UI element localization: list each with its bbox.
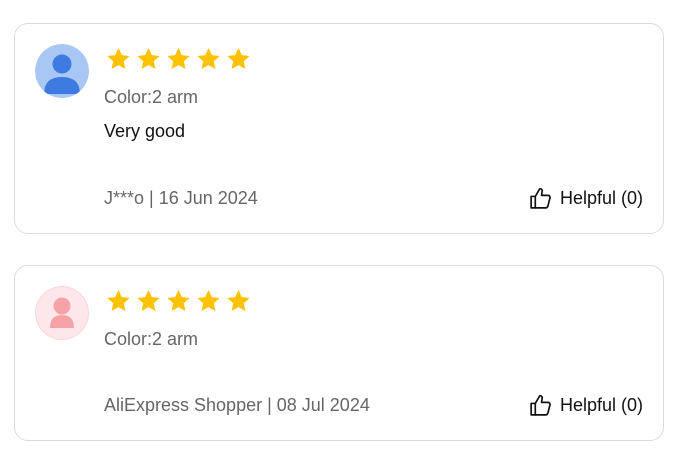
helpful-label: Helpful (0) [559, 395, 643, 415]
reviewer-and-date: J***o | 16 Jun 2024 [104, 188, 258, 208]
thumbs-up-icon [528, 186, 553, 211]
thumbs-up-icon [528, 393, 553, 418]
star-icon [135, 46, 162, 72]
star-icon [135, 288, 162, 314]
product-variant: Color:2 arm [104, 87, 199, 107]
helpful-button[interactable]: Helpful (0) [528, 393, 643, 418]
user-avatar-icon [35, 286, 89, 340]
star-rating [105, 46, 252, 72]
user-avatar-icon [35, 44, 89, 98]
star-icon [105, 288, 132, 314]
star-icon [225, 288, 252, 314]
helpful-button[interactable]: Helpful (0) [528, 186, 643, 211]
product-variant: Color:2 arm [104, 329, 199, 349]
star-icon [105, 46, 132, 72]
review-card: Color:2 arm Very good J***o | 16 Jun 202… [14, 23, 664, 234]
star-icon [225, 46, 252, 72]
review-text: Very good [104, 121, 186, 141]
star-icon [165, 288, 192, 314]
helpful-label: Helpful (0) [559, 188, 643, 208]
star-icon [165, 46, 192, 72]
reviewer-and-date: AliExpress Shopper | 08 Jul 2024 [104, 395, 370, 415]
star-icon [195, 288, 222, 314]
star-rating [105, 288, 252, 314]
review-card: Color:2 arm AliExpress Shopper | 08 Jul … [14, 265, 664, 441]
star-icon [195, 46, 222, 72]
